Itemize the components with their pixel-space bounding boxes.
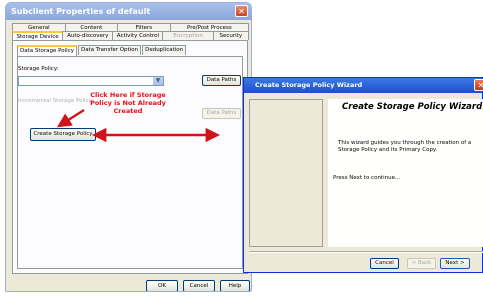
create-storage-policy-wizard-window: Create Storage Policy Wizard ✕ Create St… — [243, 77, 483, 273]
data-paths-button-2[interactable]: Data Paths — [202, 108, 241, 119]
create-storage-policy-button[interactable]: Create Storage Policy — [30, 128, 96, 141]
wizard-next-button[interactable]: Next > — [440, 258, 470, 269]
data-paths-button[interactable]: Data Paths — [202, 75, 241, 86]
wizard-back-button[interactable]: < Back — [407, 258, 436, 269]
wizard-description: This wizard guides you through the creat… — [338, 140, 472, 153]
cancel-button[interactable]: Cancel — [183, 280, 215, 291]
chevron-down-icon[interactable]: ▼ — [153, 77, 163, 85]
storage-policy-panel — [17, 56, 243, 269]
close-icon[interactable]: ✕ — [474, 79, 483, 91]
storage-policy-select[interactable]: ▼ — [18, 76, 164, 86]
incremental-storage-policy-label: Incremental Storage Policy: — [18, 98, 94, 104]
tab-auto-discovery[interactable]: Auto-discovery — [62, 31, 114, 40]
subtab-data-storage-policy[interactable]: Data Storage Policy — [17, 45, 77, 56]
window-titlebar: Subclient Properties of default ✕ — [6, 3, 251, 20]
storage-policy-value — [19, 88, 21, 94]
wizard-press-next-text: Press Next to continue... — [333, 175, 401, 181]
help-button[interactable]: Help — [220, 280, 250, 291]
storage-policy-label: Storage Policy: — [18, 66, 59, 72]
tab-activity-control[interactable]: Activity Control — [112, 31, 164, 40]
subclient-properties-window: Subclient Properties of default ✕ Genera… — [5, 2, 252, 292]
tab-security[interactable]: Security — [212, 31, 250, 40]
wizard-cancel-button[interactable]: Cancel — [370, 258, 399, 269]
tab-storage-device[interactable]: Storage Device — [12, 31, 64, 40]
ok-button[interactable]: OK — [146, 280, 178, 291]
tab-encryption[interactable]: Encryption — [162, 31, 214, 40]
window-title: Subclient Properties of default — [11, 7, 151, 16]
annotation-text: Click Here if Storage Policy is Not Alre… — [90, 91, 166, 115]
tab-row-2: Storage Device Auto-discovery Activity C… — [12, 31, 250, 40]
close-icon[interactable]: ✕ — [235, 5, 248, 17]
wizard-heading: Create Storage Policy Wizard — [342, 102, 483, 112]
subtab-deduplication[interactable]: Deduplication — [142, 45, 187, 55]
wizard-titlebar: Create Storage Policy Wizard ✕ — [244, 78, 483, 93]
subtab-data-transfer-option[interactable]: Data Transfer Option — [77, 45, 142, 55]
wizard-window-title: Create Storage Policy Wizard — [255, 81, 363, 89]
wizard-divider — [249, 251, 483, 253]
wizard-image-panel — [249, 99, 323, 247]
subtab-row: Data Storage Policy Data Transfer Option… — [17, 45, 187, 56]
wizard-content-panel: Create Storage Policy Wizard This wizard… — [328, 99, 483, 247]
